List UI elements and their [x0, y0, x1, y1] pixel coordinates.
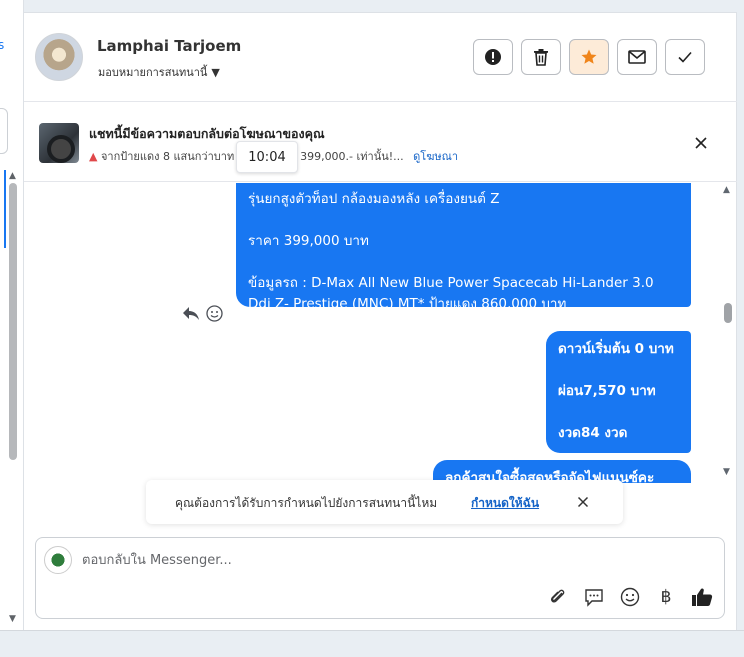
message-line: ราคา 399,000 บาท [248, 233, 369, 249]
contact-name[interactable]: Lamphai Tarjoem [97, 37, 241, 55]
message-bubble[interactable]: รุ่นยกสูงตัวท็อป กล้องมองหลัง เครื่องยนต… [236, 183, 691, 312]
exclamation-icon [485, 49, 501, 65]
check-icon [678, 51, 692, 63]
flag-icon: ▲ [89, 150, 98, 163]
scroll-up-arrow-icon[interactable]: ▲ [9, 171, 16, 181]
star-icon [581, 49, 597, 64]
timestamp-tooltip: 10:04 [236, 141, 298, 173]
ad-reply-banner: แชทนี้มีข้อความตอบกลับต่อโฆษณาของคุณ ▲ จ… [24, 102, 737, 182]
message-line: ข้อมูลรถ : D-Max All New Blue Power Spac… [248, 275, 654, 312]
message-line: ดาวน์เริ่มต้น 0 บาท [558, 341, 674, 357]
saved-replies-button[interactable] [582, 585, 606, 609]
scroll-up-arrow-icon[interactable]: ▲ [723, 185, 730, 195]
react-emoji-icon[interactable] [206, 305, 223, 322]
close-banner-button[interactable] [690, 132, 712, 154]
assign-label: มอบหมายการสนทนานี้ [98, 66, 208, 79]
composer-toolbar: ฿ [546, 585, 716, 609]
contact-avatar[interactable] [35, 33, 83, 81]
done-button[interactable] [665, 39, 705, 75]
message-composer: ฿ [35, 537, 725, 619]
page: s ▲ ▼ Lamphai Tarjoem มอบหมายการสนทนานี้… [0, 0, 744, 657]
list-item-card[interactable] [0, 108, 8, 154]
close-icon [577, 496, 589, 508]
view-ad-link[interactable]: ดูโฆษณา [413, 150, 458, 163]
scroll-down-arrow-icon[interactable]: ▼ [9, 614, 16, 624]
page-avatar [44, 546, 72, 574]
attach-button[interactable] [546, 585, 570, 609]
message-line: งวด84 งวด [558, 425, 628, 441]
scrollbar-thumb[interactable] [9, 183, 17, 460]
thread-scrollbar[interactable]: ▲ ▼ [722, 185, 734, 481]
page-footer-area [0, 630, 744, 657]
mark-unread-button[interactable] [617, 39, 657, 75]
assign-notification: คุณต้องการได้รับการกำหนดไปยังการสนทนานี้… [146, 480, 623, 524]
like-button[interactable] [690, 585, 714, 609]
trash-icon [534, 49, 548, 66]
scroll-down-arrow-icon[interactable]: ▼ [723, 467, 730, 477]
chat-panel: Lamphai Tarjoem มอบหมายการสนทนานี้ ▼ แชท… [24, 12, 737, 630]
ad-thumbnail[interactable] [39, 123, 79, 163]
emoji-button[interactable] [618, 585, 642, 609]
chat-header: Lamphai Tarjoem มอบหมายการสนทนานี้ ▼ [24, 13, 737, 102]
message-thread: รุ่นยกสูงตัวท็อป กล้องมองหลัง เครื่องยนต… [24, 183, 737, 483]
close-icon [695, 137, 707, 149]
speech-bubble-icon [585, 589, 603, 607]
paperclip-icon [550, 589, 565, 603]
assign-to-me-link[interactable]: กำหนดให้ฉัน [471, 494, 539, 513]
ad-subtitle-prefix: จากป้ายแดง 8 แสนกว่าบาท [100, 150, 235, 163]
alert-button[interactable] [473, 39, 513, 75]
reply-input[interactable] [82, 549, 642, 571]
payment-button[interactable]: ฿ [654, 585, 678, 609]
panel-text-fragment: s [0, 38, 5, 52]
scrollbar-thumb[interactable] [724, 303, 732, 323]
emoji-icon [620, 587, 640, 607]
star-button[interactable] [569, 39, 609, 75]
baht-icon: ฿ [660, 587, 672, 607]
message-line: รุ่นยกสูงตัวท็อป กล้องมองหลัง เครื่องยนต… [248, 191, 500, 207]
delete-button[interactable] [521, 39, 561, 75]
conversation-list-panel: s ▲ ▼ [0, 0, 24, 630]
dismiss-notification-button[interactable] [573, 492, 593, 512]
envelope-icon [628, 50, 646, 64]
message-bubble[interactable]: ดาวน์เริ่มต้น 0 บาท ผ่อน7,570 บาท งวด84 … [546, 331, 691, 453]
selection-indicator [4, 170, 6, 248]
caret-down-icon: ▼ [211, 66, 220, 79]
assign-dropdown[interactable]: มอบหมายการสนทนานี้ ▼ [98, 63, 220, 81]
message-line: ผ่อน7,570 บาท [558, 383, 656, 399]
reply-icon[interactable] [182, 305, 200, 321]
thumbs-up-icon [692, 588, 713, 606]
notification-text: คุณต้องการได้รับการกำหนดไปยังการสนทนานี้… [175, 496, 438, 510]
message-actions [182, 305, 223, 322]
